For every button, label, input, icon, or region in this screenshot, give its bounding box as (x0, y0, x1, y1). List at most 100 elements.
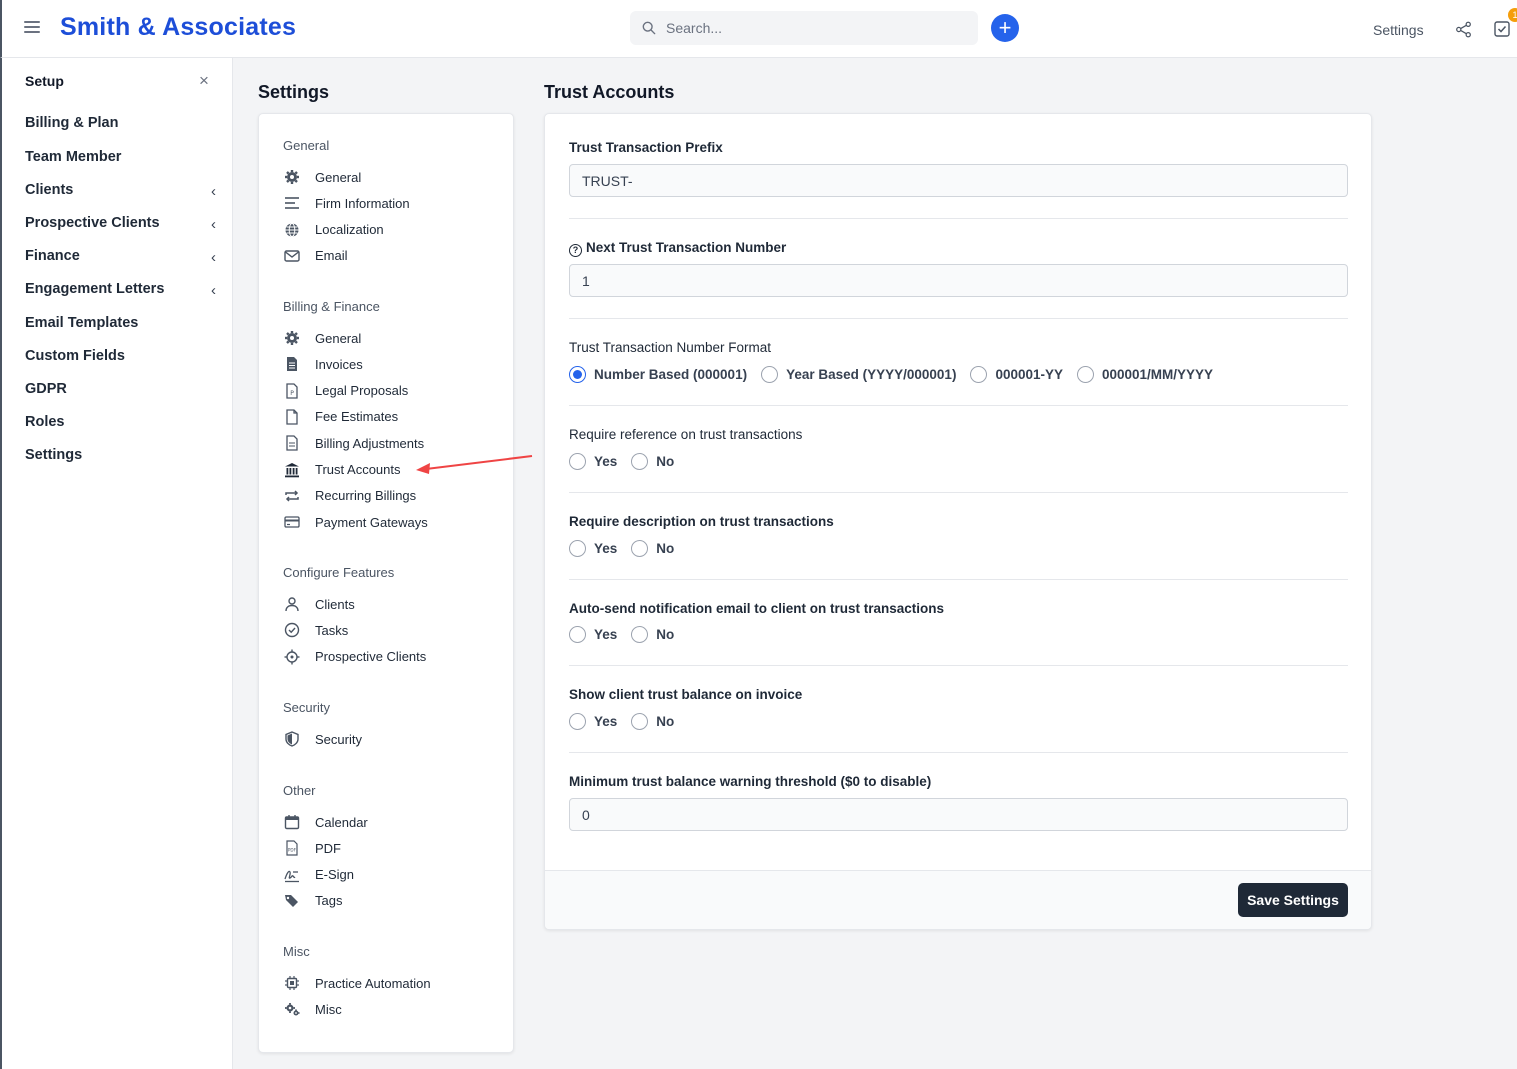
nav-group-misc: Misc (283, 944, 310, 959)
show-balance-no[interactable]: No (631, 712, 674, 730)
nav-item-calendar[interactable]: Calendar (283, 812, 368, 832)
chevron-left-icon[interactable]: ‹ (211, 183, 216, 200)
setup-item-custom-fields[interactable]: Custom Fields (25, 348, 220, 364)
require-reference-no[interactable]: No (631, 452, 675, 470)
require-description-no[interactable]: No (631, 539, 674, 557)
format-option-yy[interactable]: 000001-YY (970, 365, 1063, 383)
close-icon[interactable]: × (199, 71, 209, 91)
show-balance-radio-group: Yes No (569, 711, 688, 731)
setup-item-label: Settings (25, 447, 83, 463)
radio-button[interactable] (569, 539, 586, 557)
nav-item-firm-information[interactable]: Firm Information (283, 193, 410, 213)
option-label: Number Based (000001) (594, 366, 748, 382)
nav-item-legal-proposals[interactable]: P Legal Proposals (283, 381, 408, 401)
option-label: Year Based (YYYY/000001) (786, 366, 957, 382)
setup-item-email-templates[interactable]: Email Templates (25, 315, 220, 331)
tasks-check-icon[interactable] (1494, 21, 1510, 37)
search-box[interactable] (630, 11, 978, 45)
nav-item-general[interactable]: General (283, 328, 361, 348)
nav-item-billing-adjustments[interactable]: Billing Adjustments (283, 433, 424, 453)
brand-title[interactable]: Smith & Associates (60, 13, 296, 42)
radio-button[interactable] (569, 712, 586, 730)
nav-item-label: Fee Estimates (315, 409, 399, 425)
share-icon[interactable] (1455, 21, 1472, 38)
setup-item-team-member[interactable]: Team Member (25, 149, 220, 165)
nav-item-clients[interactable]: Clients (283, 594, 355, 614)
setup-item-label: Prospective Clients (25, 215, 160, 231)
divider (569, 405, 1348, 406)
nav-item-tasks[interactable]: Tasks (283, 620, 348, 640)
radio-button[interactable] (631, 625, 649, 643)
radio-button[interactable] (569, 625, 586, 643)
setup-item-clients[interactable]: Clients ‹ (25, 182, 220, 200)
nav-item-label: Misc (315, 1001, 342, 1017)
radio-button[interactable] (631, 452, 649, 470)
radio-button[interactable] (970, 365, 988, 383)
format-option-year-based[interactable]: Year Based (YYYY/000001) (761, 365, 957, 383)
chevron-left-icon[interactable]: ‹ (211, 249, 216, 266)
format-option-mm-yyyy[interactable]: 000001/MM/YYYY (1077, 365, 1214, 383)
require-reference-yes[interactable]: Yes (569, 452, 618, 470)
radio-button[interactable] (761, 365, 779, 383)
nav-item-practice-automation[interactable]: Practice Automation (283, 973, 431, 993)
require-description-label: Require description on trust transaction… (569, 514, 834, 529)
show-balance-yes[interactable]: Yes (569, 712, 617, 730)
search-input[interactable] (630, 11, 978, 45)
nav-item-recurring-billings[interactable]: Recurring Billings (283, 486, 416, 506)
divider (569, 665, 1348, 666)
nav-item-pdf[interactable]: PDF PDF (283, 838, 341, 858)
tags-icon (283, 892, 301, 910)
hamburger-menu-icon[interactable] (24, 21, 40, 35)
radio-button[interactable] (631, 712, 649, 730)
setup-item-prospective-clients[interactable]: Prospective Clients ‹ (25, 215, 220, 233)
divider (569, 579, 1348, 580)
nav-item-prospective-clients[interactable]: Prospective Clients (283, 647, 426, 667)
chevron-left-icon[interactable]: ‹ (211, 216, 216, 233)
require-description-yes[interactable]: Yes (569, 539, 617, 557)
nav-item-security[interactable]: Security (283, 729, 362, 749)
gear-icon (283, 329, 301, 347)
setup-item-engagement-letters[interactable]: Engagement Letters ‹ (25, 281, 220, 299)
format-option-number-based[interactable]: Number Based (000001) (569, 365, 748, 383)
radio-button[interactable] (1077, 365, 1094, 383)
prefix-input[interactable] (569, 164, 1348, 197)
nav-item-trust-accounts[interactable]: Trust Accounts (283, 460, 401, 480)
top-settings-link[interactable]: Settings (1373, 22, 1424, 38)
threshold-input[interactable] (569, 798, 1348, 831)
nav-item-localization[interactable]: Localization (283, 220, 384, 240)
option-label: No (656, 453, 675, 469)
setup-item-finance[interactable]: Finance ‹ (25, 248, 220, 266)
nav-item-label: Payment Gateways (315, 514, 428, 530)
nav-item-misc[interactable]: Misc (283, 999, 342, 1019)
chip-icon (283, 974, 301, 992)
nav-item-payment-gateways[interactable]: Payment Gateways (283, 512, 428, 532)
radio-button[interactable] (569, 365, 586, 383)
signature-icon (283, 866, 301, 884)
setup-item-settings[interactable]: Settings (25, 447, 220, 463)
nav-group-billing-and-finance: Billing & Finance (283, 299, 380, 314)
nav-item-fee-estimates[interactable]: Fee Estimates (283, 407, 398, 427)
setup-item-gdpr[interactable]: GDPR (25, 381, 220, 397)
save-settings-button[interactable]: Save Settings (1238, 883, 1348, 917)
chevron-left-icon[interactable]: ‹ (211, 282, 216, 299)
setup-item-roles[interactable]: Roles (25, 414, 220, 430)
auto-send-yes[interactable]: Yes (569, 625, 617, 643)
nav-item-general[interactable]: General (283, 167, 361, 187)
radio-button[interactable] (631, 539, 649, 557)
auto-send-no[interactable]: No (631, 625, 674, 643)
nav-item-label: Legal Proposals (315, 383, 409, 399)
settings-title: Settings (258, 82, 330, 102)
nav-item-label: Practice Automation (315, 975, 431, 991)
next-number-input[interactable] (569, 264, 1348, 297)
option-label: 000001/MM/YYYY (1102, 366, 1214, 382)
option-label: Yes (594, 453, 618, 469)
setup-item-label: Engagement Letters (25, 281, 165, 297)
nav-item-tags[interactable]: Tags (283, 891, 342, 911)
nav-item-invoices[interactable]: Invoices (283, 354, 363, 374)
nav-item-email[interactable]: Email (283, 246, 348, 266)
cogs-icon (283, 1000, 301, 1018)
radio-button[interactable] (569, 452, 586, 470)
add-button[interactable]: + (991, 14, 1019, 42)
setup-item-billing-and-plan[interactable]: Billing & Plan (25, 115, 220, 131)
nav-item-e-sign[interactable]: E-Sign (283, 865, 354, 885)
